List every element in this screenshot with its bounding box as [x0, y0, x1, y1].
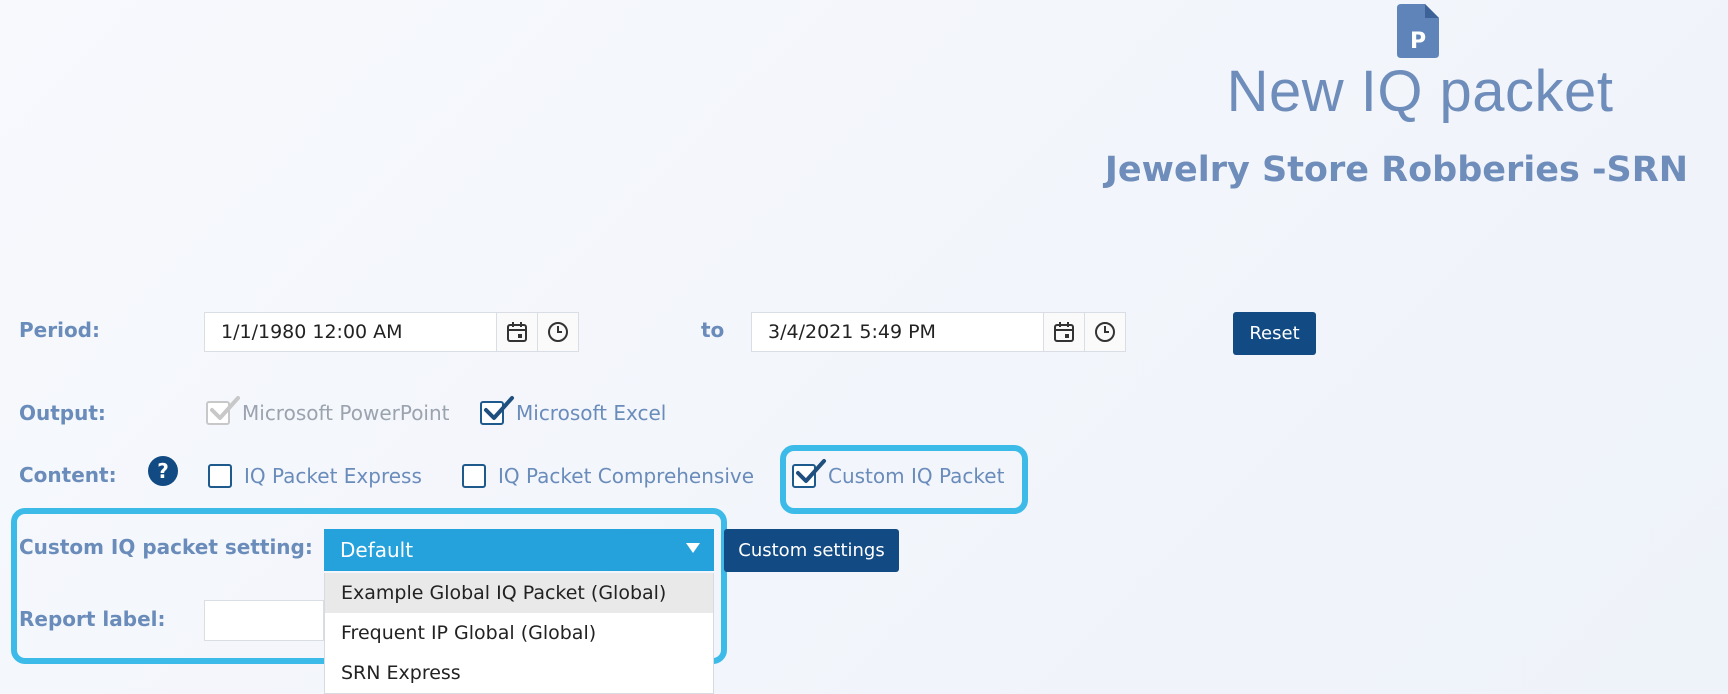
checkmark-icon: [210, 396, 240, 420]
page-title: New IQ packet: [1226, 59, 1614, 124]
output-label: Output:: [19, 401, 106, 425]
custom-setting-selected: Default: [340, 538, 414, 562]
content-option-express[interactable]: IQ Packet Express: [208, 464, 422, 488]
custom-setting-label: Custom IQ packet setting:: [19, 535, 313, 559]
calendar-icon[interactable]: [496, 313, 537, 351]
custom-setting-dropdown: Example Global IQ Packet (Global) Freque…: [324, 573, 714, 694]
report-label-input[interactable]: [204, 600, 324, 641]
period-to-label: to: [701, 318, 725, 342]
period-to-field[interactable]: 3/4/2021 5:49 PM: [751, 312, 1126, 352]
reset-button[interactable]: Reset: [1233, 312, 1316, 355]
clock-icon[interactable]: [1084, 313, 1125, 351]
content-label: Content:: [19, 463, 117, 487]
help-icon[interactable]: ?: [148, 456, 178, 486]
svg-text:P: P: [1410, 29, 1426, 54]
output-option-excel[interactable]: Microsoft Excel: [480, 396, 667, 425]
content-option-label: Custom IQ Packet: [828, 464, 1005, 488]
report-label-label: Report label:: [19, 607, 166, 631]
checkmark-icon: [484, 396, 514, 420]
output-option-label: Microsoft PowerPoint: [242, 401, 450, 425]
dropdown-option[interactable]: Example Global IQ Packet (Global): [325, 573, 713, 613]
custom-settings-button[interactable]: Custom settings: [724, 529, 899, 572]
custom-setting-select[interactable]: Default: [324, 529, 714, 571]
clock-icon[interactable]: [537, 313, 578, 351]
period-to-value: 3/4/2021 5:49 PM: [768, 321, 936, 343]
output-option-label: Microsoft Excel: [516, 401, 667, 425]
checkbox[interactable]: [206, 396, 240, 425]
checkbox[interactable]: [480, 396, 514, 425]
content-option-label: IQ Packet Express: [244, 464, 422, 488]
content-option-label: IQ Packet Comprehensive: [498, 464, 755, 488]
checkbox[interactable]: [208, 464, 232, 488]
checkbox[interactable]: [462, 464, 486, 488]
period-label: Period:: [19, 318, 100, 342]
period-from-field[interactable]: 1/1/1980 12:00 AM: [204, 312, 579, 352]
content-option-custom[interactable]: Custom IQ Packet: [792, 459, 1005, 488]
caret-down-icon: [686, 543, 700, 553]
output-option-powerpoint[interactable]: Microsoft PowerPoint: [206, 396, 450, 425]
period-from-value: 1/1/1980 12:00 AM: [221, 321, 403, 343]
checkmark-icon: [796, 459, 826, 483]
dropdown-option[interactable]: Frequent IP Global (Global): [325, 613, 713, 653]
calendar-icon[interactable]: [1043, 313, 1084, 351]
content-option-comprehensive[interactable]: IQ Packet Comprehensive: [462, 464, 754, 488]
document-p-icon: P: [1397, 4, 1439, 58]
dropdown-option[interactable]: SRN Express: [325, 653, 713, 693]
page-subtitle: Jewelry Store Robberies -SRN: [1104, 150, 1688, 190]
checkbox[interactable]: [792, 459, 826, 488]
